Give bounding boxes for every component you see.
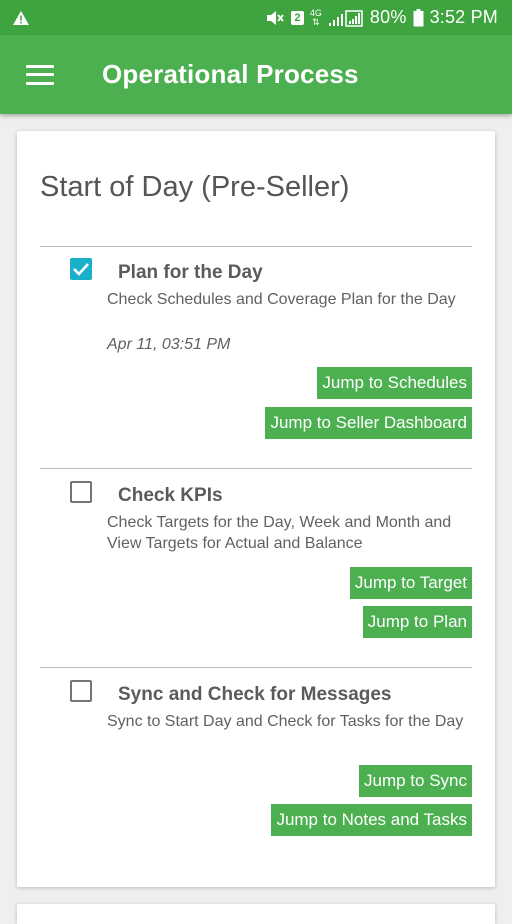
status-bar: 2 4G ⇅ 80% 3:52 PM	[0, 0, 512, 35]
sim-icon: 2	[290, 10, 304, 25]
warning-icon	[12, 10, 30, 26]
clock: 3:52 PM	[429, 7, 498, 27]
task-check-kpis: Check KPIs Check Targets for the Day, We…	[40, 468, 472, 666]
task-description: Check Schedules and Coverage Plan for th…	[107, 291, 456, 308]
network-type-icon: 4G ⇅	[309, 7, 322, 27]
app-bar: Operational Process	[0, 35, 512, 114]
jump-to-seller-dashboard-button[interactable]: Jump to Seller Dashboard	[265, 407, 472, 439]
jump-to-notes-and-tasks-button[interactable]: Jump to Notes and Tasks	[271, 804, 472, 836]
next-card-edge	[17, 904, 495, 924]
task-title: Sync and Check for Messages	[118, 684, 392, 705]
task-description: Sync to Start Day and Check for Tasks fo…	[107, 713, 464, 730]
jump-to-target-button[interactable]: Jump to Target	[349, 567, 472, 599]
task-plan-for-the-day: Plan for the Day Check Schedules and Cov…	[40, 246, 472, 466]
checkmark-icon	[73, 263, 89, 276]
task-checkbox[interactable]	[70, 680, 92, 702]
mute-icon	[265, 9, 285, 27]
task-timestamp: Apr 11, 03:51 PM	[107, 336, 231, 353]
task-checkbox[interactable]	[70, 481, 92, 503]
jump-to-sync-button[interactable]: Jump to Sync	[359, 765, 472, 797]
task-title: Plan for the Day	[118, 262, 263, 283]
task-checkbox-checked[interactable]	[70, 258, 92, 280]
task-description: Check Targets for the Day, Week and Mont…	[107, 514, 452, 552]
hamburger-menu-icon[interactable]	[26, 64, 54, 85]
jump-to-plan-button[interactable]: Jump to Plan	[362, 606, 472, 638]
section-title: Start of Day (Pre-Seller)	[40, 171, 350, 203]
battery-icon	[413, 8, 424, 27]
task-sync-and-check-for-messages: Sync and Check for Messages Sync to Star…	[40, 667, 472, 867]
process-card: Start of Day (Pre-Seller) Plan for the D…	[17, 131, 495, 887]
battery-percent: 80%	[369, 7, 407, 27]
signal-icon	[328, 9, 364, 27]
app-title: Operational Process	[102, 59, 359, 89]
task-title: Check KPIs	[118, 485, 223, 506]
jump-to-schedules-button[interactable]: Jump to Schedules	[317, 367, 472, 399]
